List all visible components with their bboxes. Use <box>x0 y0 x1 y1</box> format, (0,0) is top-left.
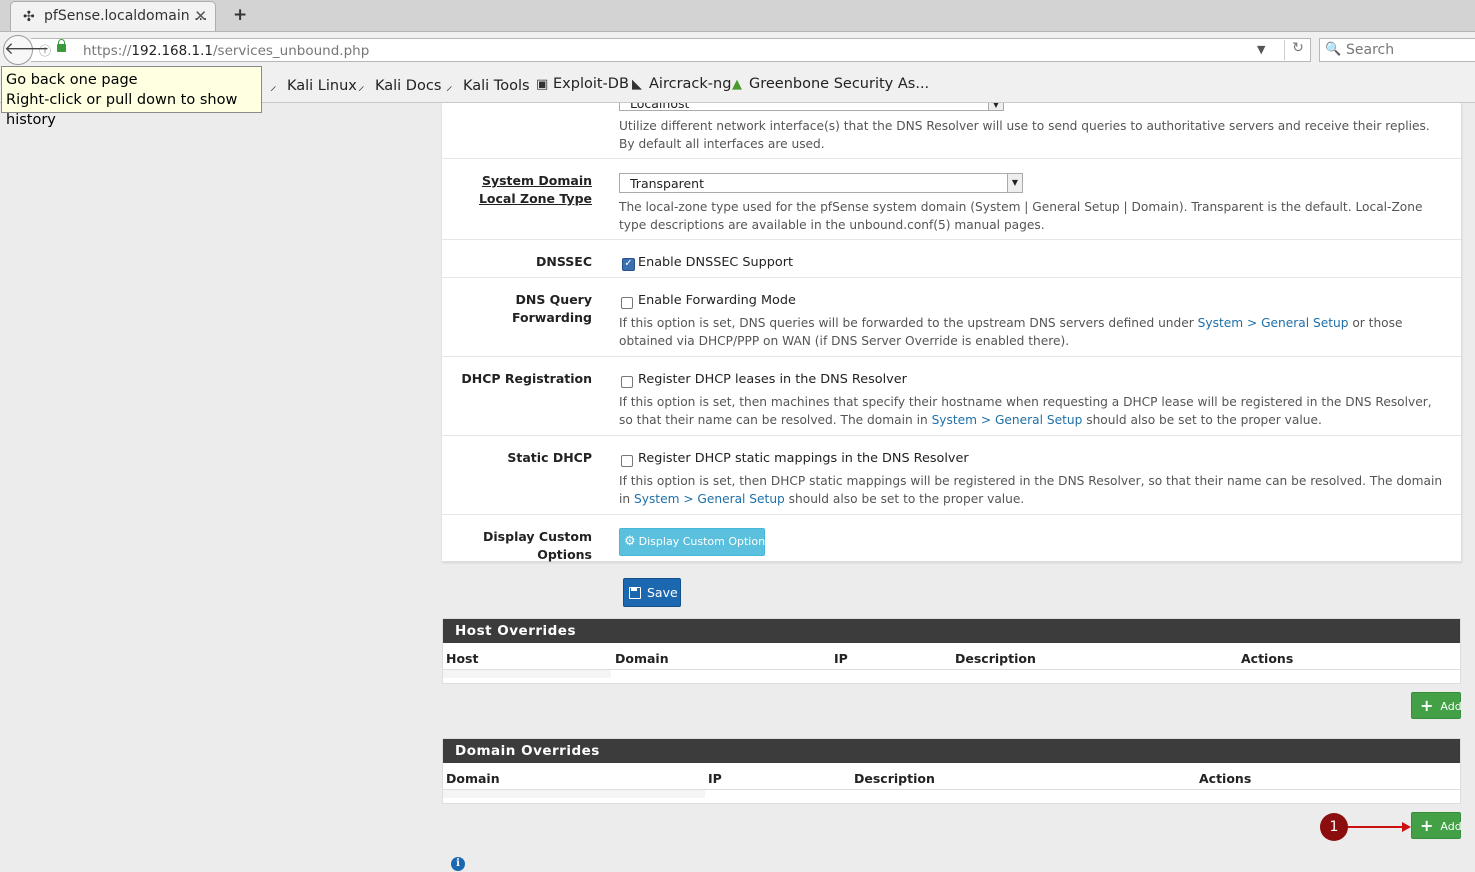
reload-icon[interactable]: ↻ <box>1284 40 1311 60</box>
gear-icon: ⚙ <box>624 534 636 549</box>
zone-type-select[interactable]: Transparent ▼ <box>619 173 1023 193</box>
url-bar[interactable]: ⓘ https://192.168.1.1/services_unbound.p… <box>31 38 1311 62</box>
tab-strip: ✣ pfSense.localdomain ... ✕ + <box>0 0 1475 32</box>
plus-icon: + <box>1420 696 1434 715</box>
outgoing-select-value: Localhost <box>630 103 690 111</box>
empty-table-row <box>443 790 705 798</box>
general-setup-link[interactable]: System > General Setup <box>1198 316 1349 330</box>
annotation-marker: 1 <box>1320 813 1348 841</box>
dnssec-row: DNSSEC ✓ Enable DNSSEC Support <box>442 239 1461 277</box>
general-setup-link[interactable]: System > General Setup <box>634 492 785 506</box>
host-overrides-title: Host Overrides <box>443 619 1460 643</box>
zone-type-row: System Domain Local Zone Type Transparen… <box>442 158 1461 239</box>
bookmark-exploit-db[interactable]: ▣ Exploit-DB <box>536 76 629 92</box>
page-content: Localhost ▼ Utilize different network in… <box>0 103 1475 872</box>
dnssec-checkbox-label: Enable DNSSEC Support <box>638 255 794 270</box>
zone-type-value: Transparent <box>630 176 705 191</box>
tab-title: pfSense.localdomain ... <box>44 8 208 24</box>
browser-tab[interactable]: ✣ pfSense.localdomain ... ✕ <box>10 1 216 31</box>
static-dhcp-label: Static DHCP <box>507 450 592 465</box>
history-dropdown-icon[interactable]: ▼ <box>1257 43 1265 56</box>
add-domain-override-button[interactable]: + Add <box>1411 812 1462 839</box>
annotation-arrow-line <box>1348 826 1404 828</box>
chevron-down-icon: ▼ <box>988 103 1003 110</box>
save-button[interactable]: Save <box>623 578 681 607</box>
dhcp-registration-help: If this option is set, then machines tha… <box>619 395 1432 427</box>
custom-options-label: Display Custom Options <box>483 529 592 562</box>
pfsense-favicon-icon: ✣ <box>23 9 35 25</box>
greenbone-icon: ▲ <box>732 77 742 92</box>
custom-options-row: Display Custom Options ⚙ Display Custom O… <box>442 514 1461 562</box>
display-custom-options-button[interactable]: ⚙ Display Custom Options <box>619 528 771 556</box>
general-setup-link[interactable]: System > General Setup <box>932 413 1083 427</box>
add-host-override-button[interactable]: + Add <box>1411 692 1462 719</box>
dhcp-registration-checkbox-label: Register DHCP leases in the DNS Resolver <box>638 372 907 387</box>
back-arrow-icon: 🡐 <box>4 39 50 59</box>
floppy-disk-icon <box>629 587 641 599</box>
column-description: Description <box>955 651 1036 666</box>
dhcp-registration-label: DHCP Registration <box>461 371 592 386</box>
search-icon: 🔍 <box>1325 42 1342 57</box>
dhcp-registration-row: DHCP Registration Register DHCP leases i… <box>442 356 1461 435</box>
chevron-down-icon: ▼ <box>1007 174 1022 192</box>
outgoing-interfaces-help: Utilize different network interface(s) t… <box>619 119 1430 151</box>
back-button[interactable]: 🡐 <box>3 35 50 65</box>
forwarding-checkbox[interactable] <box>621 297 633 309</box>
column-description: Description <box>854 771 935 786</box>
dnssec-label: DNSSEC <box>536 254 592 269</box>
bookmark-aircrack-ng[interactable]: ◣ Aircrack-ng <box>632 76 731 92</box>
outgoing-interfaces-row: Localhost ▼ Utilize different network in… <box>442 103 1461 158</box>
empty-table-row <box>443 670 611 678</box>
outgoing-interfaces-select[interactable]: Localhost ▼ <box>619 103 1004 111</box>
aircrack-icon: ◣ <box>632 77 642 92</box>
column-domain: Domain <box>446 771 500 786</box>
static-dhcp-help: If this option is set, then DHCP static … <box>619 474 1443 506</box>
general-settings-panel: Localhost ▼ Utilize different network in… <box>442 103 1462 562</box>
search-input[interactable]: 🔍 Search <box>1319 38 1475 62</box>
kali-dragon-icon: ⸝ <box>446 79 453 94</box>
kali-dragon-icon: ⸝ <box>270 79 277 94</box>
new-tab-icon[interactable]: + <box>233 5 247 25</box>
search-placeholder: Search <box>1346 42 1395 58</box>
plus-icon: + <box>1420 816 1434 835</box>
forwarding-checkbox-label: Enable Forwarding Mode <box>638 293 796 308</box>
column-ip: IP <box>708 771 722 786</box>
zone-type-help: The local-zone type used for the pfSense… <box>619 200 1423 232</box>
domain-overrides-section: Domain Overrides Domain IP Description A… <box>442 738 1461 804</box>
close-tab-icon[interactable]: ✕ <box>194 7 207 25</box>
navigation-bar: ⓘ https://192.168.1.1/services_unbound.p… <box>0 32 1475 68</box>
forwarding-help: If this option is set, DNS queries will … <box>619 316 1403 348</box>
bookmark-kali-linux[interactable]: ⸝ Kali Linux <box>270 76 357 94</box>
exploit-db-icon: ▣ <box>536 77 549 92</box>
column-ip: IP <box>834 651 848 666</box>
lock-icon[interactable] <box>57 39 66 52</box>
domain-overrides-title: Domain Overrides <box>443 739 1460 763</box>
back-button-tooltip: Go back one page Right-click or pull dow… <box>1 66 262 128</box>
tooltip-line-2: Right-click or pull down to show history <box>6 92 238 128</box>
info-icon[interactable]: i <box>451 857 465 871</box>
zone-type-label: System Domain Local Zone Type <box>478 173 592 206</box>
kali-dragon-icon: ⸝ <box>358 79 365 94</box>
forwarding-row: DNS Query Forwarding Enable Forwarding M… <box>442 277 1461 356</box>
url-text[interactable]: https://192.168.1.1/services_unbound.php <box>83 43 369 59</box>
host-overrides-section: Host Overrides Host Domain IP Descriptio… <box>442 618 1461 684</box>
static-dhcp-row: Static DHCP Register DHCP static mapping… <box>442 435 1461 514</box>
forwarding-label: DNS Query Forwarding <box>511 292 592 325</box>
bookmark-kali-docs[interactable]: ⸝ Kali Docs <box>358 76 441 94</box>
dhcp-registration-checkbox[interactable] <box>621 376 633 388</box>
column-domain: Domain <box>615 651 669 666</box>
column-host: Host <box>446 651 479 666</box>
dnssec-checkbox[interactable]: ✓ <box>622 258 635 271</box>
static-dhcp-checkbox[interactable] <box>621 455 633 467</box>
annotation-arrow-head <box>1402 822 1411 832</box>
bookmark-greenbone[interactable]: ▲ Greenbone Security As... <box>732 76 929 92</box>
bookmark-kali-tools[interactable]: ⸝ Kali Tools <box>446 76 530 94</box>
tooltip-line-1: Go back one page <box>6 72 138 88</box>
column-actions: Actions <box>1199 771 1252 786</box>
column-actions: Actions <box>1241 651 1294 666</box>
static-dhcp-checkbox-label: Register DHCP static mappings in the DNS… <box>638 451 969 466</box>
